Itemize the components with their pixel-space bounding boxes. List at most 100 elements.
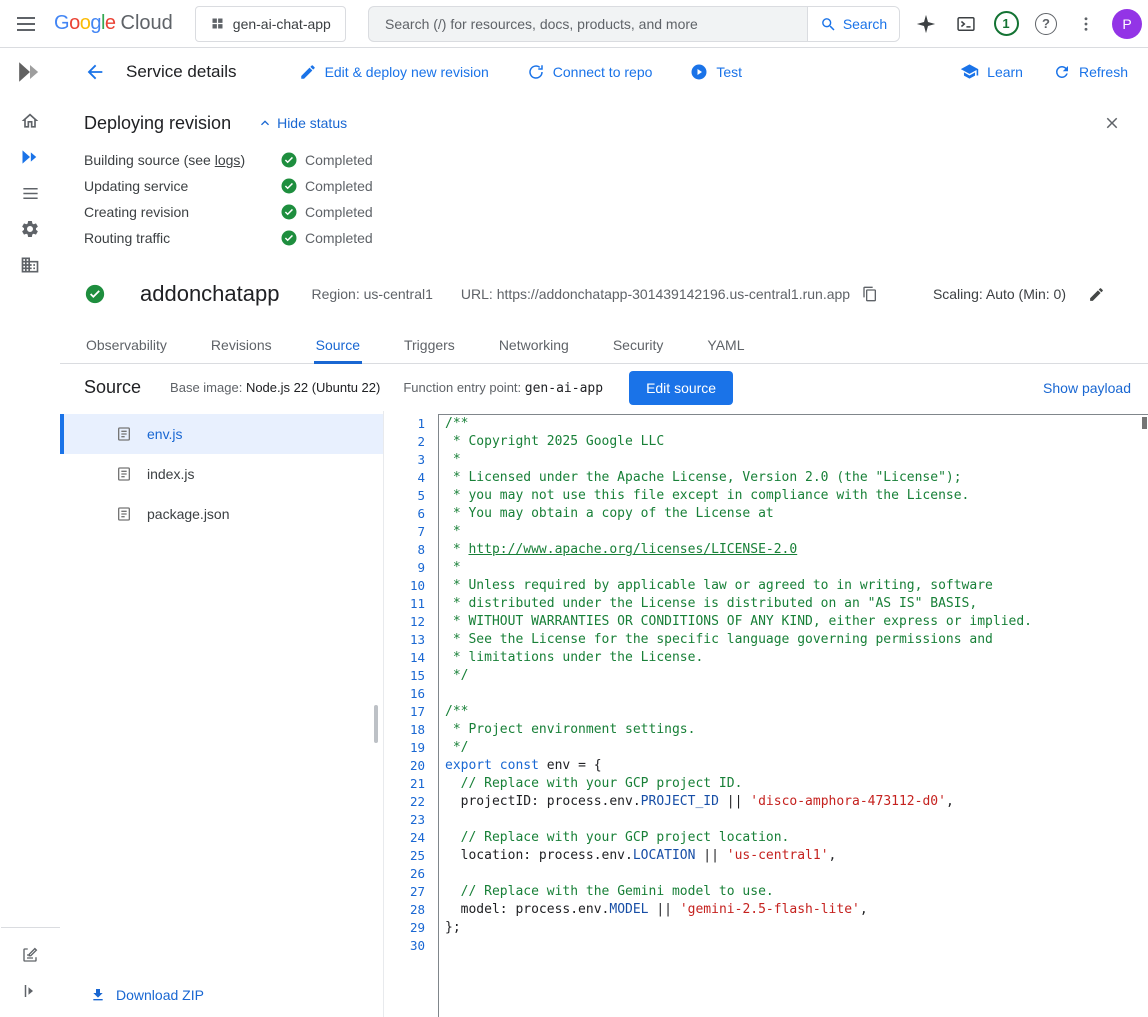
line-number: 8 <box>384 541 425 559</box>
search-bar[interactable]: Search <box>368 6 900 42</box>
step-label: Building source (see logs) <box>84 152 280 168</box>
code-line: * <box>445 559 1148 577</box>
code-line: * Unless required by applicable law or a… <box>445 577 1148 595</box>
connect-repo-button[interactable]: Connect to repo <box>527 63 653 81</box>
code-line: location: process.env.LOCATION || 'us-ce… <box>445 847 1148 865</box>
code-line: // Replace with your GCP project ID. <box>445 775 1148 793</box>
file-name: index.js <box>147 466 194 482</box>
domains-icon[interactable] <box>6 247 54 283</box>
line-number: 13 <box>384 631 425 649</box>
tab-networking[interactable]: Networking <box>497 329 571 364</box>
show-payload-link[interactable]: Show payload <box>1043 380 1131 396</box>
test-button[interactable]: Test <box>690 63 742 81</box>
logo-letter: G <box>54 12 69 34</box>
cloud-shell-icon[interactable] <box>946 4 986 44</box>
line-number: 30 <box>384 937 425 955</box>
notification-count-badge: 1 <box>994 11 1019 36</box>
code-line: * http://www.apache.org/licenses/LICENSE… <box>445 541 1148 559</box>
cloud-run-nav-icon[interactable] <box>6 139 54 175</box>
line-number: 15 <box>384 667 425 685</box>
line-number: 6 <box>384 505 425 523</box>
deploy-step: Building source (see logs) Completed <box>84 147 1124 173</box>
gemini-icon[interactable] <box>906 4 946 44</box>
service-header: addonchatapp Region: us-central1 URL: ht… <box>60 263 1148 315</box>
hide-status-label: Hide status <box>277 115 347 131</box>
scrollbar-thumb[interactable] <box>374 705 378 743</box>
hide-status-button[interactable]: Hide status <box>257 115 347 131</box>
code-line: */ <box>445 667 1148 685</box>
tab-revisions[interactable]: Revisions <box>209 329 274 364</box>
line-number: 26 <box>384 865 425 883</box>
services-list-icon[interactable] <box>6 175 54 211</box>
home-icon[interactable] <box>6 103 54 139</box>
tab-observability[interactable]: Observability <box>84 329 169 364</box>
code-line <box>445 811 1148 829</box>
code-line: * WITHOUT WARRANTIES OR CONDITIONS OF AN… <box>445 613 1148 631</box>
menu-icon[interactable] <box>2 0 50 48</box>
avatar[interactable]: P <box>1112 9 1142 39</box>
tab-yaml[interactable]: YAML <box>705 329 746 364</box>
search-icon <box>820 16 837 33</box>
more-options-icon[interactable] <box>1066 4 1106 44</box>
play-circle-icon <box>690 63 708 81</box>
code-content: /** * Copyright 2025 Google LLC * * Lice… <box>439 415 1148 955</box>
refresh-button[interactable]: Refresh <box>1053 63 1128 81</box>
learn-button[interactable]: Learn <box>960 62 1023 81</box>
close-icon[interactable] <box>1100 111 1124 135</box>
code-line: // Replace with your GCP project locatio… <box>445 829 1148 847</box>
logo-google: Google <box>54 12 116 35</box>
project-icon <box>210 16 225 31</box>
edit-scaling-icon[interactable] <box>1084 282 1108 306</box>
line-number: 7 <box>384 523 425 541</box>
code-line: * Project environment settings. <box>445 721 1148 739</box>
line-number: 9 <box>384 559 425 577</box>
search-button[interactable]: Search <box>807 7 899 41</box>
line-number: 10 <box>384 577 425 595</box>
toolbar-actions: Edit & deploy new revision Connect to re… <box>299 63 743 81</box>
release-notes-icon[interactable] <box>6 937 54 973</box>
download-zip-button[interactable]: Download ZIP <box>90 987 204 1003</box>
source-split: env.js index.js package.json Download ZI <box>60 411 1148 1017</box>
code-area[interactable]: /** * Copyright 2025 Google LLC * * Lice… <box>438 414 1148 1017</box>
tab-triggers[interactable]: Triggers <box>402 329 457 364</box>
line-number: 4 <box>384 469 425 487</box>
search-input[interactable] <box>369 7 807 41</box>
project-selector[interactable]: gen-ai-chat-app <box>195 6 346 42</box>
deploy-step: Creating revision Completed <box>84 199 1124 225</box>
line-number: 25 <box>384 847 425 865</box>
settings-gear-icon[interactable] <box>6 211 54 247</box>
help-button[interactable]: ? <box>1026 4 1066 44</box>
edit-source-button[interactable]: Edit source <box>629 371 733 405</box>
line-number: 20 <box>384 757 425 775</box>
file-item-package-json[interactable]: package.json <box>60 494 383 534</box>
file-item-index-js[interactable]: index.js <box>60 454 383 494</box>
download-icon <box>90 987 106 1003</box>
expand-panel-icon[interactable] <box>6 973 54 1009</box>
line-number: 27 <box>384 883 425 901</box>
code-line <box>445 865 1148 883</box>
rail-divider <box>1 927 60 928</box>
code-line: * <box>445 523 1148 541</box>
service-region: Region: us-central1 <box>311 286 432 302</box>
notifications-button[interactable]: 1 <box>986 4 1026 44</box>
line-number: 18 <box>384 721 425 739</box>
line-number: 19 <box>384 739 425 757</box>
back-icon[interactable] <box>82 59 108 85</box>
code-scrollbar-thumb[interactable] <box>1142 417 1147 429</box>
deploy-step: Routing traffic Completed <box>84 225 1124 251</box>
file-item-env-js[interactable]: env.js <box>60 414 383 454</box>
tab-security[interactable]: Security <box>611 329 666 364</box>
logs-link[interactable]: logs <box>215 152 241 168</box>
edit-deploy-label: Edit & deploy new revision <box>325 64 489 80</box>
copy-icon[interactable] <box>858 282 882 306</box>
tab-source[interactable]: Source <box>314 329 362 364</box>
toolbar-right: Learn Refresh <box>960 62 1128 81</box>
code-viewer[interactable]: 1234567891011121314151617181920212223242… <box>383 411 1148 1017</box>
google-cloud-logo[interactable]: Google Cloud <box>54 12 173 35</box>
line-number: 11 <box>384 595 425 613</box>
edit-deploy-button[interactable]: Edit & deploy new revision <box>299 63 489 81</box>
learn-icon <box>960 62 979 81</box>
test-label: Test <box>716 64 742 80</box>
line-number: 29 <box>384 919 425 937</box>
line-number: 2 <box>384 433 425 451</box>
